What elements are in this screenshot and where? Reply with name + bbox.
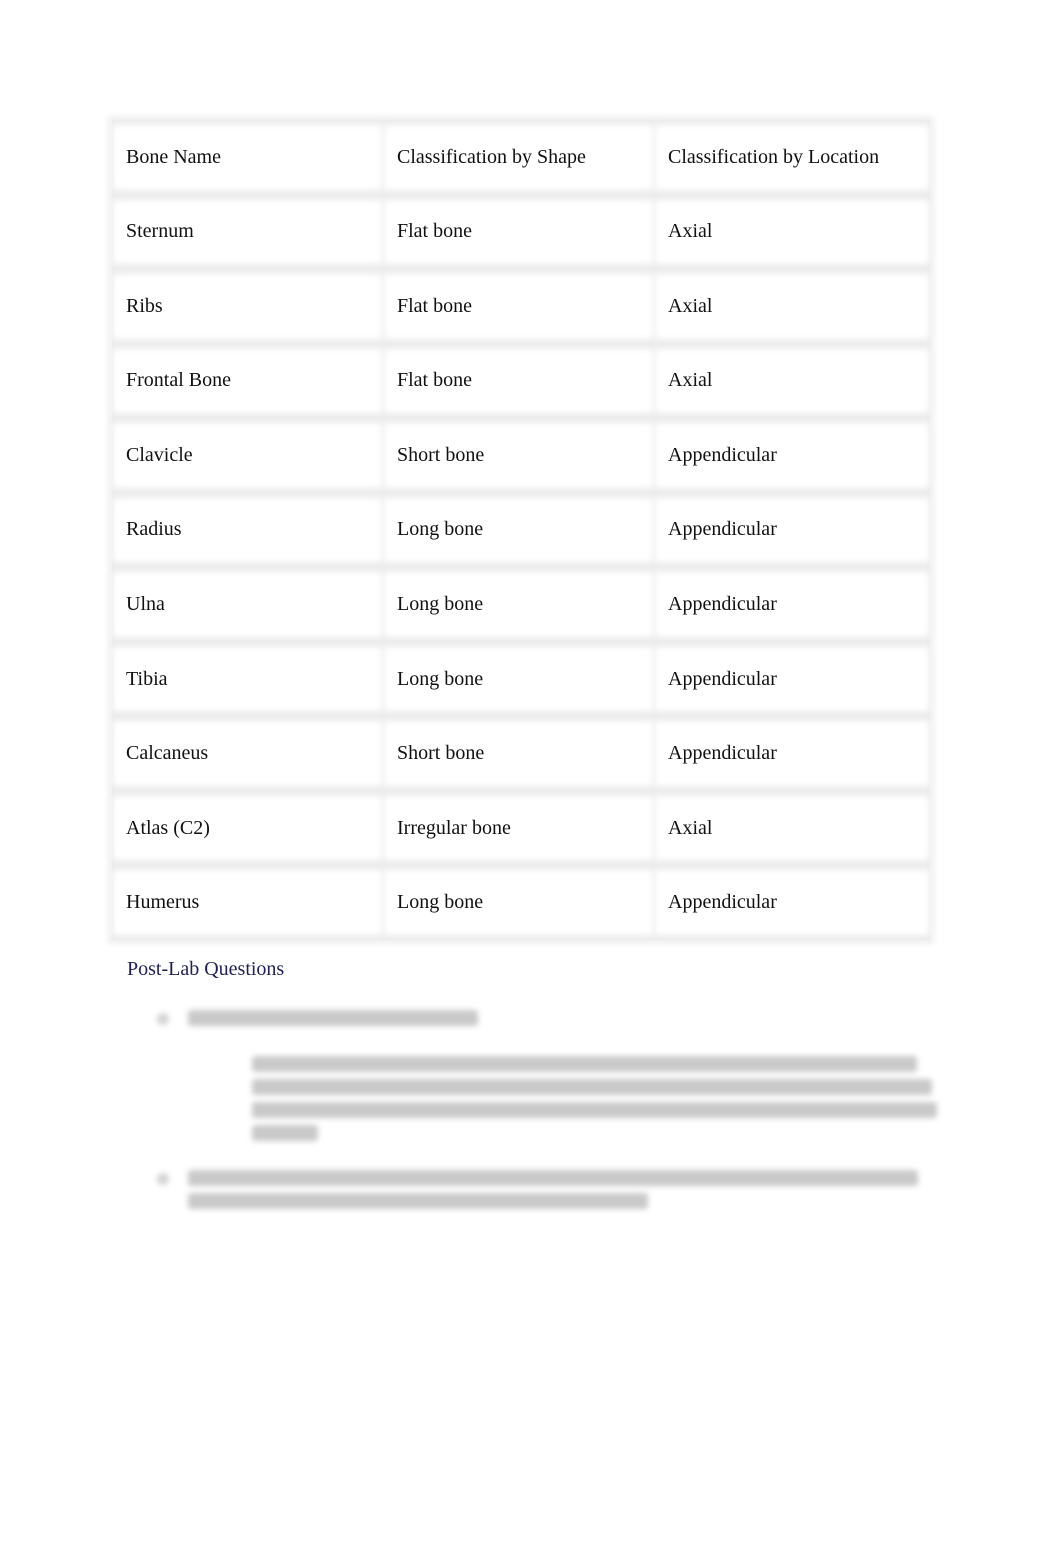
- table-header-cell: Classification by Location: [660, 130, 924, 185]
- question-2-line-2: [188, 1193, 648, 1209]
- bone-classification-table: Bone Name Classification by Shape Classifi…: [112, 120, 930, 940]
- table-cell: Axial: [660, 279, 924, 334]
- table-cell: Appendicular: [660, 577, 924, 632]
- answer-1-line-2: [252, 1079, 932, 1095]
- question-2-number: [157, 1173, 169, 1185]
- table-cell: Flat bone: [389, 353, 648, 409]
- question-1-text: [188, 1010, 478, 1026]
- table-cell: Ulna: [118, 577, 377, 632]
- table-cell: Calcaneus: [118, 726, 377, 781]
- table-cell: Long bone: [389, 577, 648, 632]
- table-cell: Appendicular: [660, 651, 924, 707]
- question-1-number: [157, 1013, 169, 1025]
- table-cell: Sternum: [118, 204, 377, 260]
- answer-1-line-1: [252, 1056, 917, 1072]
- table-grid: Bone Name Classification by Shape Classifi…: [112, 120, 930, 940]
- table-cell: Long bone: [389, 651, 648, 707]
- table-cell: Irregular bone: [389, 800, 648, 856]
- table-cell: Clavicle: [118, 428, 377, 483]
- post-lab-heading: Post-Lab Questions: [127, 958, 285, 980]
- table-header-cell: Classification by Shape: [389, 130, 648, 185]
- table-cell: Axial: [660, 353, 924, 409]
- table-cell: Axial: [660, 204, 924, 260]
- table-cell: Flat bone: [389, 279, 648, 334]
- table-cell: Tibia: [118, 651, 377, 707]
- answer-1-line-4: [252, 1125, 318, 1141]
- table-cell: Long bone: [389, 502, 648, 558]
- table-header-cell: Bone Name: [118, 130, 377, 185]
- table-cell: Short bone: [389, 428, 648, 483]
- table-cell: Appendicular: [660, 726, 924, 781]
- table-cell: Atlas (C2): [118, 800, 377, 856]
- question-2-line-1: [188, 1170, 918, 1186]
- table-cell: Humerus: [118, 875, 377, 930]
- table-cell: Frontal Bone: [118, 353, 377, 409]
- table-cell: Long bone: [389, 875, 648, 930]
- table-cell: Radius: [118, 502, 377, 558]
- table-cell: Axial: [660, 800, 924, 856]
- table-cell: Short bone: [389, 726, 648, 781]
- table-cell: Appendicular: [660, 502, 924, 558]
- table-cell: Flat bone: [389, 204, 648, 260]
- table-cell: Ribs: [118, 279, 377, 334]
- answer-1-line-3: [252, 1102, 937, 1118]
- table-cell: Appendicular: [660, 428, 924, 483]
- table-cell: Appendicular: [660, 875, 924, 930]
